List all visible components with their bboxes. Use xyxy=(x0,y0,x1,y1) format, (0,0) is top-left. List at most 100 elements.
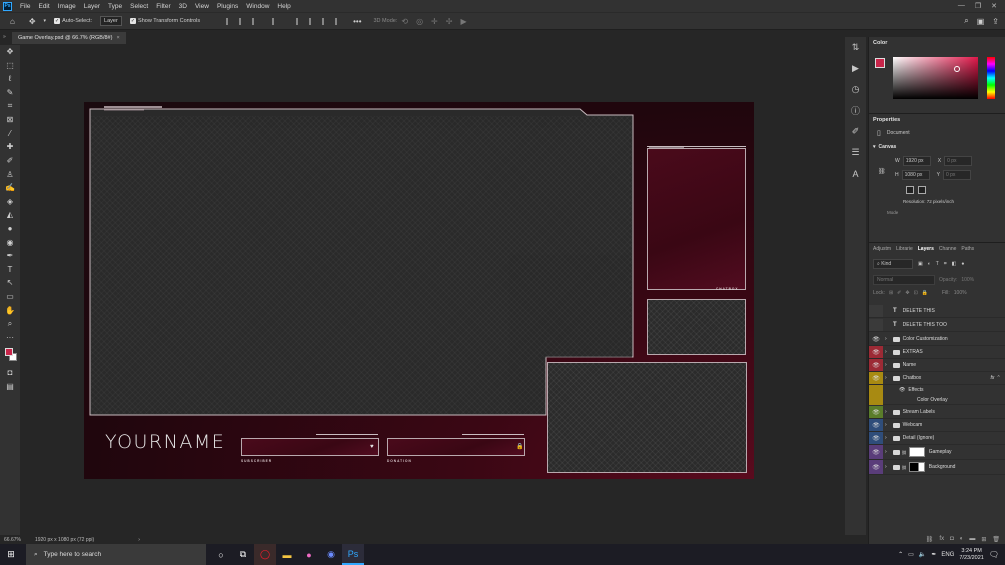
trash-icon[interactable]: 🗑 xyxy=(992,536,1000,543)
language-indicator[interactable]: ENG xyxy=(941,552,954,558)
chevron-down-icon[interactable]: › xyxy=(885,375,887,381)
color-swatches[interactable] xyxy=(0,344,20,366)
collapse-panels-icon[interactable]: » xyxy=(3,34,6,40)
zoom-tool-icon[interactable]: ⌕ xyxy=(0,317,20,331)
eraser-tool-icon[interactable]: ◈ xyxy=(0,195,20,209)
chevron-right-icon[interactable]: › xyxy=(885,449,887,455)
fill-field[interactable]: 100% xyxy=(954,290,967,296)
layer-row[interactable]: T DELETE THIS xyxy=(869,305,1005,318)
chevron-right-icon[interactable]: › xyxy=(138,537,140,543)
cortana-icon[interactable]: ○ xyxy=(210,544,232,565)
landscape-icon[interactable] xyxy=(918,186,926,194)
blur-tool-icon[interactable]: ● xyxy=(0,222,20,236)
move-tool-icon[interactable]: ✥ xyxy=(29,17,36,26)
visibility-off-icon[interactable] xyxy=(869,319,883,331)
quick-mask-icon[interactable]: ◘ xyxy=(0,366,20,380)
eye-icon[interactable]: 👁 xyxy=(869,359,883,371)
layer-row[interactable]: 👁 › Name xyxy=(869,359,1005,372)
volume-icon[interactable]: 🔈 xyxy=(919,551,926,558)
eye-icon[interactable]: 👁 xyxy=(869,445,883,459)
frame-tool-icon[interactable]: ⊠ xyxy=(0,113,20,127)
gradient-tool-icon[interactable]: ◭ xyxy=(0,208,20,222)
menu-layer[interactable]: Layer xyxy=(80,3,104,10)
align-right-icon[interactable] xyxy=(252,17,259,25)
layer-mask-thumbnail[interactable] xyxy=(908,462,925,472)
new-group-icon[interactable]: ▬ xyxy=(969,536,975,542)
screen-mode-icon[interactable]: ▤ xyxy=(0,380,20,394)
tab-paths[interactable]: Paths xyxy=(961,246,974,252)
eye-icon[interactable]: 👁 xyxy=(869,432,883,444)
opera-icon[interactable]: ◯ xyxy=(254,544,276,565)
layer-row[interactable]: 👁 › ⛓ Background xyxy=(869,460,1005,475)
artboard[interactable]: CHATBOX YOURNAME ♥ SUBSCRIBER 🔒 DONATION xyxy=(84,102,754,479)
chevron-up-icon[interactable]: ⌃ xyxy=(898,551,903,558)
opacity-field[interactable]: 100% xyxy=(961,277,974,283)
menu-image[interactable]: Image xyxy=(54,3,80,10)
filter-shape-icon[interactable]: ⌗ xyxy=(944,261,947,267)
fx-icon[interactable]: fx ⌃ xyxy=(991,375,1000,381)
menu-window[interactable]: Window xyxy=(242,3,273,10)
tab-adjustments[interactable]: Adjustm xyxy=(873,246,891,252)
layer-row[interactable]: 👁 › Webcam xyxy=(869,419,1005,432)
add-mask-icon[interactable]: ◘ xyxy=(950,536,954,542)
y-field[interactable]: 0 px xyxy=(942,170,971,180)
layer-row[interactable]: 👁 › Detail (Ignore) xyxy=(869,432,1005,445)
portrait-icon[interactable] xyxy=(906,186,914,194)
eye-icon[interactable]: 👁 xyxy=(869,460,883,474)
lock-all-icon[interactable]: 🔒 xyxy=(922,290,928,296)
pen-icon[interactable]: ✒ xyxy=(931,551,936,558)
quick-select-tool-icon[interactable]: ✎ xyxy=(0,86,20,100)
foreground-color-swatch[interactable] xyxy=(5,348,13,357)
file-explorer-icon[interactable]: ▬ xyxy=(276,544,298,565)
layer-row[interactable]: T DELETE THIS TOO xyxy=(869,319,1005,332)
network-icon[interactable]: ▭ xyxy=(908,551,914,558)
filter-toggle-icon[interactable]: ● xyxy=(961,261,964,267)
menu-file[interactable]: File xyxy=(16,3,34,10)
color-panel-title[interactable]: Color xyxy=(869,37,1005,49)
healing-tool-icon[interactable]: ✚ xyxy=(0,140,20,154)
fx-icon[interactable]: fx xyxy=(939,536,944,542)
notifications-icon[interactable]: 🗨 xyxy=(989,550,999,559)
chevron-down-icon[interactable]: ▾ xyxy=(44,18,47,24)
layer-row[interactable]: 👁 › EXTRAS xyxy=(869,346,1005,359)
chevron-right-icon[interactable]: › xyxy=(885,349,887,355)
eye-icon[interactable]: 👁 xyxy=(899,387,905,393)
3d-rotate-icon[interactable]: ⟲ xyxy=(401,17,408,26)
color-picker-field[interactable] xyxy=(893,57,978,99)
3d-roll-icon[interactable]: ◎ xyxy=(416,17,423,26)
chevron-right-icon[interactable]: › xyxy=(885,362,887,368)
share-icon[interactable]: ⇪ xyxy=(992,17,999,26)
history-icon[interactable]: ◷ xyxy=(845,79,866,100)
properties-title[interactable]: Properties xyxy=(869,114,1005,126)
transform-controls-checkbox[interactable]: ✓ Show Transform Controls xyxy=(130,18,200,24)
marquee-tool-icon[interactable]: ⬚ xyxy=(0,59,20,73)
layer-effects-row[interactable]: 👁 Effects xyxy=(869,385,1005,395)
layer-row[interactable]: 👁 › Stream Labels xyxy=(869,406,1005,419)
filter-smart-icon[interactable]: ◧ xyxy=(952,261,957,267)
align-bottom-icon[interactable] xyxy=(322,17,329,25)
close-tab-icon[interactable]: × xyxy=(116,35,119,41)
task-view-icon[interactable]: ⧉ xyxy=(232,544,254,565)
layer-row[interactable]: 👁 › Color Customization xyxy=(869,333,1005,346)
distribute-icon[interactable] xyxy=(272,17,279,25)
hand-tool-icon[interactable]: ✋ xyxy=(0,303,20,317)
chevron-right-icon[interactable]: › xyxy=(885,422,887,428)
lock-pixels-icon[interactable]: ⊞ xyxy=(889,290,893,296)
chevron-right-icon[interactable]: › xyxy=(885,464,887,470)
align-top-icon[interactable] xyxy=(296,17,303,25)
tab-layers[interactable]: Layers xyxy=(918,246,934,252)
blend-mode-select[interactable]: Normal xyxy=(873,275,935,285)
brush-tool-icon[interactable]: ✐ xyxy=(0,154,20,168)
home-icon[interactable]: ⌂ xyxy=(10,17,15,26)
3d-slide-icon[interactable]: ✢ xyxy=(446,17,453,26)
new-layer-icon[interactable]: ⊞ xyxy=(981,536,986,543)
zoom-level[interactable]: 66.67% xyxy=(4,537,21,543)
x-field[interactable]: 0 px xyxy=(944,156,973,166)
adjustments-icon[interactable]: ☰ xyxy=(845,142,866,163)
stamp-tool-icon[interactable]: ♙ xyxy=(0,167,20,181)
path-select-tool-icon[interactable]: ↖ xyxy=(0,276,20,290)
layer-row[interactable]: 👁 › Chatbox fx ⌃ xyxy=(869,372,1005,385)
eyedropper-tool-icon[interactable]: ⁄ xyxy=(0,127,20,141)
restore-icon[interactable]: ❐ xyxy=(975,2,981,10)
chevron-right-icon[interactable]: › xyxy=(885,336,887,342)
